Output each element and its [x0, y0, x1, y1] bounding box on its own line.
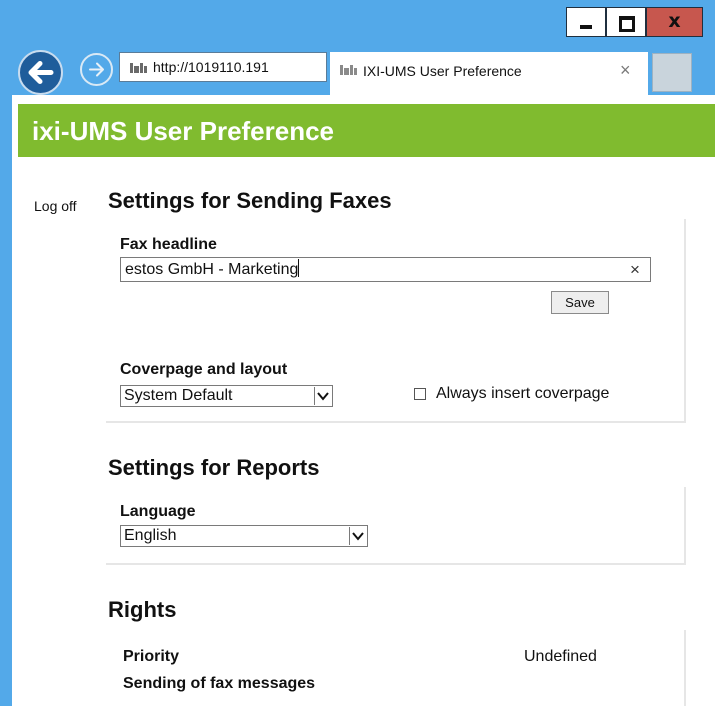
logoff-link[interactable]: Log off — [34, 198, 77, 214]
minimize-icon — [580, 25, 592, 29]
page-header: ixi-UMS User Preference — [18, 104, 715, 157]
fax-headline-input[interactable]: estos GmbH - Marketing — [120, 257, 651, 282]
language-select[interactable]: English — [120, 525, 368, 547]
maximize-button[interactable] — [606, 7, 646, 37]
tab-close-icon[interactable]: × — [620, 60, 631, 81]
arrow-right-icon — [89, 62, 104, 77]
report-settings-title: Settings for Reports — [108, 455, 320, 480]
arrow-left-icon — [28, 61, 54, 84]
fax-settings-title: Settings for Sending Faxes — [108, 188, 392, 213]
fax-headline-label: Fax headline — [120, 236, 217, 253]
chevron-down-icon — [314, 387, 331, 405]
coverpage-selected-value: System Default — [124, 387, 233, 404]
language-label: Language — [120, 503, 196, 520]
text-caret — [298, 259, 300, 277]
rights-title: Rights — [108, 597, 177, 622]
chevron-down-icon — [349, 527, 366, 545]
minimize-button[interactable] — [566, 7, 606, 37]
fax-headline-value: estos GmbH - Marketing — [125, 261, 299, 278]
coverpage-select[interactable]: System Default — [120, 385, 333, 407]
page-title: ixi-UMS User Preference — [32, 116, 335, 146]
language-selected-value: English — [124, 527, 177, 544]
new-tab-button[interactable] — [652, 53, 692, 92]
clear-input-icon[interactable]: × — [630, 257, 640, 282]
address-bar[interactable]: http://1019110.191 — [119, 52, 327, 82]
save-button[interactable]: Save — [551, 291, 609, 314]
address-text: http://1019110.191 — [153, 59, 269, 75]
window-close-button[interactable]: x — [646, 7, 703, 37]
close-icon: x — [668, 10, 681, 32]
forward-button[interactable] — [80, 53, 113, 86]
always-insert-coverpage-label: Always insert coverpage — [436, 385, 610, 402]
tab-favicon-icon — [340, 65, 357, 75]
tab-title: IXI-UMS User Preference — [363, 63, 522, 79]
maximize-icon — [619, 16, 635, 32]
priority-value: Undefined — [524, 648, 597, 665]
browser-chrome: x http://1019110.191 IXI-UMS User Prefer… — [0, 0, 715, 95]
site-logo-icon — [130, 63, 147, 74]
always-insert-coverpage-checkbox[interactable] — [414, 388, 426, 400]
back-button[interactable] — [18, 50, 63, 95]
rights-panel — [106, 630, 686, 706]
priority-label: Priority — [123, 648, 180, 665]
browser-tab[interactable]: IXI-UMS User Preference × — [330, 52, 648, 95]
coverpage-label: Coverpage and layout — [120, 361, 288, 378]
sending-fax-label: Sending of fax messages — [123, 675, 316, 692]
window-border — [0, 95, 12, 706]
